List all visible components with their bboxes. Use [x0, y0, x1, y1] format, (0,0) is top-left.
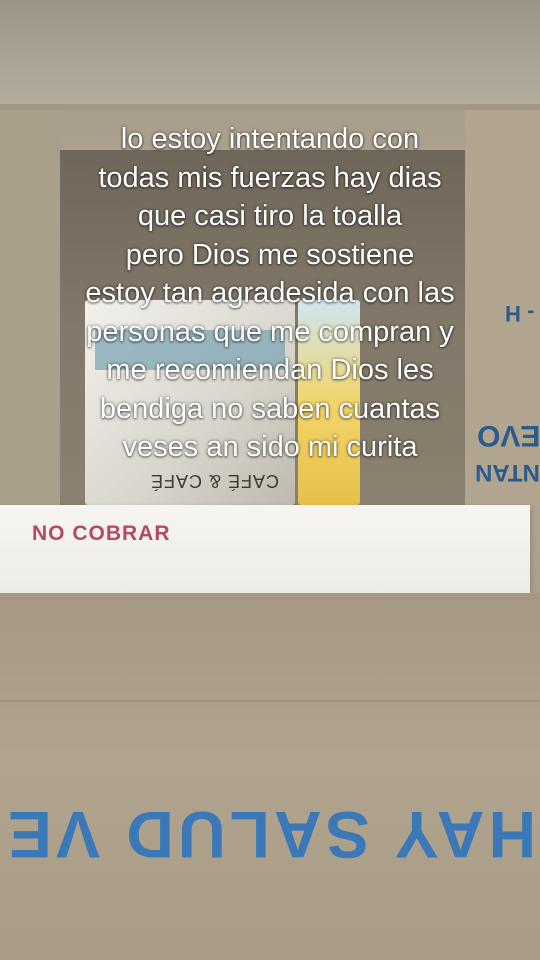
caption-line: personas que me compran y — [86, 315, 454, 348]
fold-line — [0, 700, 540, 702]
caption-line: veses an sido mi curita — [122, 431, 418, 463]
label-sheet — [0, 505, 530, 593]
caption-line: me recomiendan Dios les — [106, 354, 434, 386]
caption-line: pero Dios me sostiene — [125, 238, 415, 271]
coffee-product-label: CAFÉ & CAFÉ — [150, 471, 280, 491]
caption-overlay: lo estoy intentando con todas mis fuerza… — [20, 120, 520, 467]
photo-scene: CAFÉ & CAFÉ - H EVO NTAN NO COBRAR HAY S… — [0, 0, 540, 960]
flap-edge — [0, 104, 540, 110]
caption-line: lo estoy intentando con — [120, 123, 420, 155]
caption-line: estoy tan agradesida con las — [85, 277, 455, 309]
box-brand-print: HAY SALUD VE — [3, 798, 537, 872]
caption-line: que casi tiro la toalla — [137, 200, 403, 232]
caption-line: todas mis fuerzas hay dias — [98, 161, 442, 194]
box-bottom-flap — [0, 593, 540, 960]
no-cobrar-stamp: NO COBRAR — [32, 522, 171, 545]
box-top-flap — [0, 0, 540, 110]
caption-line: bendiga no saben cuantas — [99, 392, 441, 425]
